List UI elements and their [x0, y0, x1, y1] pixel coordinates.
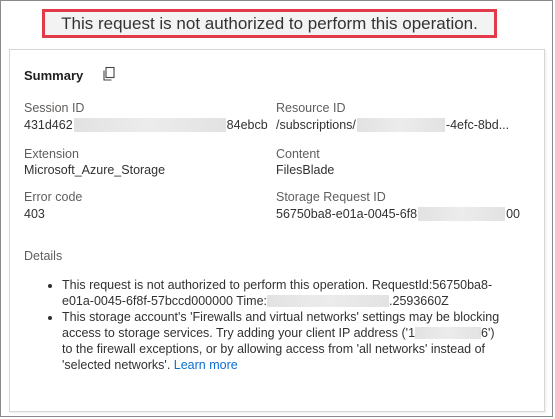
error-code-value: 403 — [24, 207, 45, 221]
details-item2-line3: to the firewall exceptions, or by allowi… — [62, 342, 486, 356]
copy-icon[interactable] — [101, 66, 117, 82]
resource-id-prefix: /subscriptions/ — [276, 118, 356, 132]
extension-label: Extension — [24, 147, 79, 161]
storage-request-id-label: Storage Request ID — [276, 190, 386, 204]
session-id-label: Session ID — [24, 101, 85, 115]
resource-id-value: /subscriptions/ -4efc-8bd... — [276, 118, 509, 132]
summary-heading: Summary — [24, 68, 84, 83]
resource-id-label: Resource ID — [276, 101, 346, 115]
details-item2-line4: 'selected networks'. — [62, 358, 171, 372]
error-code-label: Error code — [24, 190, 83, 204]
redacted-region — [415, 327, 482, 339]
details-item2-line2: access to storage services. Try adding y… — [62, 326, 416, 340]
session-id-suffix: 84ebcb — [226, 118, 268, 132]
details-list: This request is not authorized to perfor… — [44, 277, 542, 373]
storage-request-id-value: 56750ba8-e01a-0045-6f8 00 — [276, 207, 520, 221]
session-id-prefix: 431d462 — [24, 118, 73, 132]
redacted-region — [267, 295, 390, 307]
details-item: This storage account's 'Firewalls and vi… — [62, 309, 542, 373]
redacted-region — [356, 118, 445, 132]
details-item2-line2-suffix: 6') — [481, 326, 495, 340]
learn-more-link[interactable]: Learn more — [174, 358, 238, 372]
content-value: FilesBlade — [276, 163, 335, 177]
error-title-highlight: This request is not authorized to perfor… — [42, 9, 497, 38]
redacted-region — [73, 118, 226, 132]
details-item: This request is not authorized to perfor… — [62, 277, 542, 309]
extension-value: Microsoft_Azure_Storage — [24, 163, 166, 177]
resource-id-suffix: -4efc-8bd... — [445, 118, 510, 132]
content-label: Content — [276, 147, 320, 161]
storage-request-id-suffix: 00 — [506, 207, 521, 221]
error-title: This request is not authorized to perfor… — [61, 13, 478, 33]
details-item1-line2-prefix: e01a-0045-6f8f-57bccd000000 Time: — [62, 294, 268, 308]
session-id-value: 431d462 84ebcb — [24, 118, 268, 132]
storage-request-id-prefix: 56750ba8-e01a-0045-6f8 — [276, 207, 418, 221]
redacted-region — [418, 207, 506, 221]
copy-icon-glyph — [103, 66, 115, 81]
details-item1-line1: This request is not authorized to perfor… — [62, 278, 493, 292]
details-item2-line1: This storage account's 'Firewalls and vi… — [62, 310, 500, 324]
details-item1-line2-suffix: .2593660Z — [389, 294, 449, 308]
details-label: Details — [24, 249, 63, 263]
